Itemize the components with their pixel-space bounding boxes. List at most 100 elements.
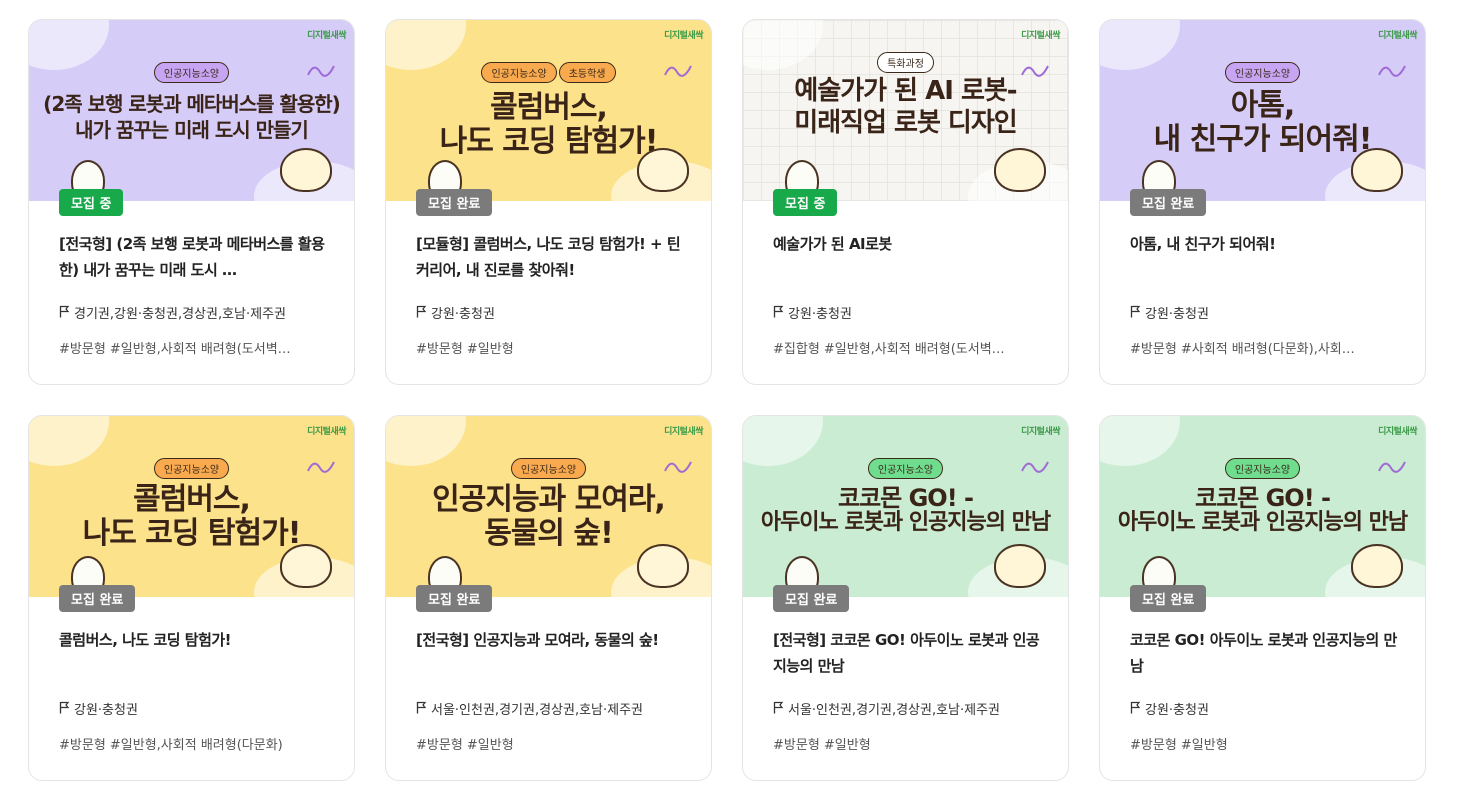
hamster-mascot-icon bbox=[637, 148, 689, 192]
program-thumbnail[interactable]: 디지털새싹인공지능소양 (2족 보행 로봇과 메타버스를 활용한) 내가 꿈꾸는 미… bbox=[29, 20, 354, 201]
thumbnail-headline: 코코몬 GO! - bbox=[838, 484, 974, 512]
hamster-mascot-icon bbox=[280, 544, 332, 588]
program-card-grid: 디지털새싹 인공지능소양 (2족 보행 로봇과 메타버스를 활용한) 내가 꿈꾸는 미… bbox=[0, 0, 1460, 797]
flag-icon bbox=[773, 701, 785, 718]
program-title[interactable]: [전국형] (2족 보행 로봇과 메타버스를 활용한) 내가 꿈꾸는 미래 도시… bbox=[59, 231, 328, 283]
thumbnail-headline: 아두이노 로봇과 인공지능의 만남 bbox=[760, 510, 1051, 535]
region-text: 강원·충청권 bbox=[1145, 703, 1209, 718]
flag-icon bbox=[416, 701, 428, 718]
program-tags: #방문형 #일반형,사회적 배려형(도서벽… bbox=[59, 342, 291, 357]
program-card[interactable]: 디지털새싹 인공지능소양 콜럼버스, 나도 코딩 탐험가! 모집 완료 콜럼버스, 나도 … bbox=[28, 415, 355, 781]
program-title[interactable]: 코코몬 GO! 아두이노 로봇과 인공지능의 만남 bbox=[1130, 627, 1399, 679]
program-card[interactable]: 디지털새싹인공지능소양 (2족 보행 로봇과 메타버스를 활용한) 내가 꿈꾸는 미… bbox=[28, 19, 355, 385]
program-title[interactable]: 예술가가 된 AI로봇 bbox=[773, 231, 1042, 257]
program-region: 서울·인천권,경기권,경상권,호남·제주권 bbox=[773, 699, 1048, 718]
program-tags: #방문형 #사회적 배려형(다문화),사회… bbox=[1130, 342, 1355, 357]
program-title[interactable]: [모듈형] 콜럼버스, 나도 코딩 탐험가! + 틴커리어, 내 진로를 찾아줘… bbox=[416, 231, 685, 283]
category-pill: 인공지능소양 bbox=[1224, 62, 1301, 83]
region-text: 서울·인천권,경기권,경상권,호남·제주권 bbox=[431, 703, 644, 718]
program-tags: #방문형 #일반형 bbox=[416, 342, 514, 357]
program-thumbnail[interactable]: 디지털새싹특화과정예술가가 된 AI 로봇- 미래직업 로봇 디자인 bbox=[743, 20, 1068, 201]
program-tags: #방문형 #일반형 bbox=[1130, 738, 1228, 753]
region-text: 경기권,강원·충청권,경상권,호남·제주권 bbox=[74, 307, 287, 322]
brand-logo: 디지털새싹 bbox=[664, 427, 703, 437]
region-text: 강원·충청권 bbox=[74, 703, 138, 718]
squiggle-icon bbox=[1021, 461, 1049, 473]
thumbnail-headline: 미래직업 로봇 디자인 bbox=[794, 108, 1017, 138]
program-tags: #집합형 #일반형,사회적 배려형(도서벽… bbox=[773, 342, 1005, 357]
hamster-mascot-icon bbox=[994, 544, 1046, 588]
program-card[interactable]: 디지털새싹 특화과정 예술가가 된 AI 로봇- 미래직업 로봇 디자인 모집 중 예술가… bbox=[742, 19, 1069, 385]
program-title[interactable]: 아톰, 내 친구가 되어줘! bbox=[1130, 231, 1399, 257]
thumbnail-headline: 예술가가 된 AI 로봇- bbox=[794, 76, 1017, 106]
flag-icon bbox=[416, 305, 428, 322]
thumbnail-headline: 아톰, bbox=[1230, 88, 1296, 123]
program-thumbnail[interactable]: 디지털새싹 인공지능소양 아톰, 내 친구가 되어줘! bbox=[1100, 20, 1425, 201]
category-pill: 인공지능소양 bbox=[153, 62, 230, 83]
program-thumbnail[interactable]: 디지털새싹인공지능소양코코몬 GO! - 아두이노 로봇과 인공지능의 만남 bbox=[743, 416, 1068, 597]
brand-logo: 디지털새싹 bbox=[307, 427, 346, 437]
flag-icon bbox=[59, 701, 71, 718]
region-text: 강원·충청권 bbox=[431, 307, 495, 322]
brand-logo: 디지털새싹 bbox=[307, 31, 346, 41]
program-thumbnail[interactable]: 디지털새싹 인공지능소양 콜럼버스, 나도 코딩 탐험가! bbox=[29, 416, 354, 597]
hamster-mascot-icon bbox=[637, 544, 689, 588]
squiggle-icon bbox=[664, 461, 692, 473]
recruit-status-badge: 모집 완료 bbox=[773, 585, 850, 612]
category-pill: 인공지능소양 bbox=[153, 458, 230, 479]
brand-logo: 디지털새싹 bbox=[1021, 31, 1060, 41]
recruit-status-badge: 모집 완료 bbox=[59, 585, 136, 612]
program-region: 강원·충청권 bbox=[59, 699, 334, 718]
brand-logo: 디지털새싹 bbox=[1021, 427, 1060, 437]
squiggle-icon bbox=[1021, 65, 1049, 77]
flag-icon bbox=[59, 305, 71, 322]
hamster-mascot-icon bbox=[1351, 148, 1403, 192]
program-region: 강원·충청권 bbox=[416, 303, 691, 322]
thumbnail-headline: 인공지능과 모여라, bbox=[432, 482, 666, 517]
program-card[interactable]: 디지털새싹인공지능소양코코몬 GO! - 아두이노 로봇과 인공지능의 만남모집 … bbox=[742, 415, 1069, 781]
category-pill: 초등학생 bbox=[558, 62, 616, 83]
program-card[interactable]: 디지털새싹 인공지능소양 인공지능과 모여라, 동물의 숲! 모집 완료 [전국형] 인공… bbox=[385, 415, 712, 781]
thumbnail-headline: 콜럼버스, bbox=[490, 90, 608, 125]
squiggle-icon bbox=[1378, 461, 1406, 473]
program-card[interactable]: 디지털새싹 인공지능소양 코코몬 GO! - 아두이노 로봇과 인공지능의 만남 모집 … bbox=[1099, 415, 1426, 781]
recruit-status-badge: 모집 중 bbox=[773, 189, 838, 216]
brand-logo: 디지털새싹 bbox=[1378, 427, 1417, 437]
region-text: 강원·충청권 bbox=[1145, 307, 1209, 322]
program-region: 경기권,강원·충청권,경상권,호남·제주권 bbox=[59, 303, 334, 322]
category-pill: 특화과정 bbox=[877, 52, 934, 73]
brand-logo: 디지털새싹 bbox=[664, 31, 703, 41]
flag-icon bbox=[1130, 701, 1142, 718]
program-title[interactable]: [전국형] 코코몬 GO! 아두이노 로봇과 인공지능의 만남 bbox=[773, 627, 1042, 679]
program-region: 강원·충청권 bbox=[1130, 303, 1405, 322]
brand-logo: 디지털새싹 bbox=[1378, 31, 1417, 41]
thumbnail-headline: (2족 보행 로봇과 메타버스를 활용한) bbox=[43, 92, 341, 116]
squiggle-icon bbox=[307, 461, 335, 473]
hamster-mascot-icon bbox=[280, 148, 332, 192]
program-thumbnail[interactable]: 디지털새싹 인공지능소양 코코몬 GO! - 아두이노 로봇과 인공지능의 만남 bbox=[1100, 416, 1425, 597]
flag-icon bbox=[773, 305, 785, 322]
thumbnail-headline: 아두이노 로봇과 인공지능의 만남 bbox=[1117, 510, 1408, 535]
program-region: 서울·인천권,경기권,경상권,호남·제주권 bbox=[416, 699, 691, 718]
program-title[interactable]: 콜럼버스, 나도 코딩 탐험가! bbox=[59, 627, 328, 653]
program-tags: #방문형 #일반형 bbox=[773, 738, 871, 753]
recruit-status-badge: 모집 완료 bbox=[1130, 189, 1207, 216]
thumbnail-headline: 내가 꿈꾸는 미래 도시 만들기 bbox=[75, 118, 309, 142]
program-card[interactable]: 디지털새싹 인공지능소양 아톰, 내 친구가 되어줘! 모집 완료 아톰, 내 친구가 되… bbox=[1099, 19, 1426, 385]
program-tags: #방문형 #일반형 bbox=[416, 738, 514, 753]
program-tags: #방문형 #일반형,사회적 배려형(다문화) bbox=[59, 738, 283, 753]
program-region: 강원·충청권 bbox=[1130, 699, 1405, 718]
program-thumbnail[interactable]: 디지털새싹 인공지능소양 초등학생 콜럼버스, 나도 코딩 탐험가! bbox=[386, 20, 711, 201]
category-pill: 인공지능소양 bbox=[867, 458, 944, 479]
program-card[interactable]: 디지털새싹 인공지능소양 초등학생 콜럼버스, 나도 코딩 탐험가! 모집 완료 [모듈형]… bbox=[385, 19, 712, 385]
region-text: 강원·충청권 bbox=[788, 307, 852, 322]
category-pill: 인공지능소양 bbox=[1224, 458, 1301, 479]
category-pill: 인공지능소양 bbox=[510, 458, 587, 479]
flag-icon bbox=[1130, 305, 1142, 322]
recruit-status-badge: 모집 중 bbox=[59, 189, 124, 216]
category-pill: 인공지능소양 bbox=[481, 62, 557, 83]
program-region: 강원·충청권 bbox=[773, 303, 1048, 322]
thumbnail-headline: 콜럼버스, bbox=[133, 482, 251, 517]
program-thumbnail[interactable]: 디지털새싹 인공지능소양 인공지능과 모여라, 동물의 숲! bbox=[386, 416, 711, 597]
program-title[interactable]: [전국형] 인공지능과 모여라, 동물의 숲! bbox=[416, 627, 685, 653]
